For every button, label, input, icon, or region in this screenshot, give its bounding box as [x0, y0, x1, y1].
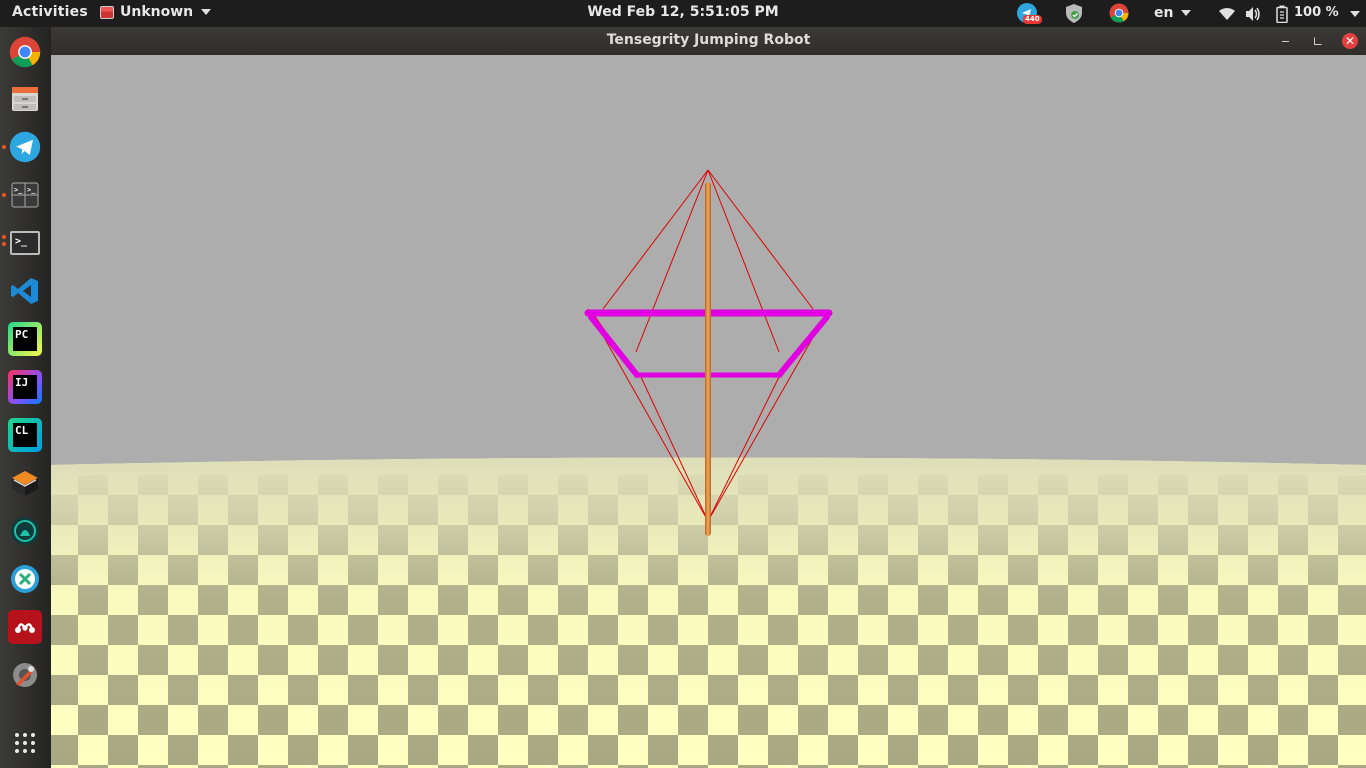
show-applications-button[interactable]	[8, 726, 42, 760]
file-cabinet-icon	[12, 87, 38, 111]
dock-item-intellij[interactable]: IJ	[8, 370, 42, 404]
dock-item-chrome[interactable]	[8, 35, 42, 69]
dock-item-vscode[interactable]	[8, 274, 42, 308]
dock-item-virtualbox[interactable]	[8, 466, 42, 500]
app-grid-icon	[15, 733, 35, 753]
dock-item-sync[interactable]	[8, 562, 42, 596]
chrome-tray-icon[interactable]	[1109, 3, 1129, 23]
clock[interactable]: Wed Feb 12, 5:51:05 PM	[587, 4, 778, 20]
chrome-icon	[9, 36, 41, 68]
app-menu-label: Unknown	[120, 4, 194, 20]
app-window: Tensegrity Jumping Robot ✕	[51, 27, 1366, 768]
dock-item-settings[interactable]	[8, 658, 42, 692]
battery-percent: 100 %	[1294, 5, 1339, 20]
language-label: en	[1154, 5, 1174, 21]
dock-item-pycharm[interactable]: PC	[8, 322, 42, 356]
mendeley-icon	[15, 623, 35, 633]
vscode-icon	[11, 278, 38, 304]
dock-item-clion[interactable]: CL	[8, 418, 42, 452]
telegram-badge: 440	[1023, 15, 1042, 24]
window-title: Tensegrity Jumping Robot	[606, 32, 811, 48]
terminator-icon: >_ >_	[11, 182, 39, 208]
clion-icon: CL	[13, 423, 37, 447]
dock: >_ >_ >_ PC IJ CL	[0, 27, 51, 768]
terminal-icon: >_	[10, 231, 40, 255]
svg-text:>_: >_	[27, 186, 36, 194]
wifi-icon	[1219, 7, 1235, 20]
language-menu[interactable]: en	[1154, 5, 1192, 21]
dock-item-mendeley[interactable]	[8, 610, 42, 644]
app-menu[interactable]: Unknown	[100, 4, 212, 20]
close-button[interactable]: ✕	[1342, 33, 1358, 49]
minimize-button[interactable]	[1278, 33, 1294, 49]
dock-item-gitkraken[interactable]	[8, 514, 42, 548]
battery-icon	[1276, 5, 1288, 23]
intellij-icon: IJ	[13, 375, 37, 399]
svg-text:>_: >_	[14, 186, 23, 194]
virtualbox-icon	[12, 471, 38, 496]
telegram-tray-icon[interactable]: 440	[1017, 3, 1042, 25]
orange-rod	[705, 182, 711, 536]
pycharm-icon: PC	[13, 327, 37, 351]
chevron-down-icon	[201, 9, 212, 15]
scene-canvas	[51, 55, 1366, 768]
telegram-icon	[9, 131, 41, 163]
top-bar: Activities Unknown Wed Feb 12, 5:51:05 P…	[0, 0, 1366, 27]
system-menu[interactable]: 100 %	[1218, 4, 1366, 24]
activities-button[interactable]: Activities	[12, 4, 88, 20]
maximize-button[interactable]	[1310, 33, 1326, 49]
window-titlebar[interactable]: Tensegrity Jumping Robot ✕	[51, 27, 1366, 55]
dock-item-terminator[interactable]: >_ >_	[8, 178, 42, 212]
chevron-down-icon	[1350, 11, 1360, 17]
app-menu-icon	[100, 5, 114, 19]
dock-item-files[interactable]	[8, 82, 42, 116]
volume-icon	[1246, 7, 1260, 21]
sync-icon	[11, 565, 39, 593]
dock-item-telegram[interactable]	[8, 130, 42, 164]
dock-item-terminal[interactable]: >_	[8, 226, 42, 260]
simulation-viewport[interactable]	[51, 55, 1366, 768]
chevron-down-icon	[1181, 10, 1192, 16]
gitkraken-icon	[11, 517, 39, 545]
settings-icon	[13, 663, 37, 687]
shield-icon[interactable]	[1064, 3, 1084, 24]
